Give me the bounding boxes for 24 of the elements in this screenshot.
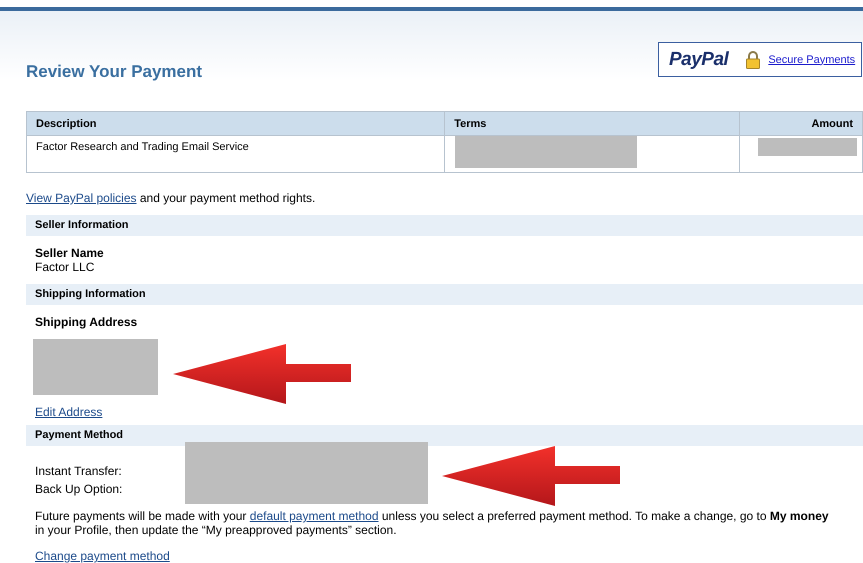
field-label: Seller Name — [35, 246, 105, 260]
arrow-icon — [442, 446, 620, 506]
field-label: Back Up Option: — [35, 481, 124, 498]
section-header: Shipping Information — [26, 284, 863, 305]
default-payment-method-link[interactable]: default payment method — [250, 509, 379, 523]
arrow-icon — [173, 344, 351, 404]
paypal-logo: PayPal — [669, 48, 728, 70]
page-title: Review Your Payment — [26, 62, 202, 82]
payment-note: Future payments will be made with your default payment method unless you select a preferred payment method. To make a change, go to My money in your Profile, then update the “My preapproved payments” section. — [35, 509, 830, 537]
paypal-policies-link[interactable]: View PayPal policies — [26, 191, 137, 205]
field-label: Shipping Address — [35, 315, 138, 329]
policies-text: View PayPal policies and your payment method rights. — [26, 191, 316, 205]
section-header: Payment Method — [26, 425, 863, 446]
field-label: Instant Transfer: — [35, 463, 123, 480]
secure-payments-link[interactable]: Secure Payments — [768, 54, 856, 66]
table-cell: Factor Research and Trading Email Service — [26, 136, 445, 172]
column-header: Terms — [444, 112, 740, 136]
field-value: Factor LLC — [35, 260, 96, 274]
section-header: Seller Information — [26, 215, 863, 236]
edit-address-link[interactable]: Edit Address — [35, 405, 102, 419]
column-header: Description — [26, 112, 445, 136]
column-header: Amount — [740, 112, 862, 136]
change-payment-method-link[interactable]: Change payment method — [35, 549, 170, 563]
padlock-icon — [746, 50, 760, 68]
